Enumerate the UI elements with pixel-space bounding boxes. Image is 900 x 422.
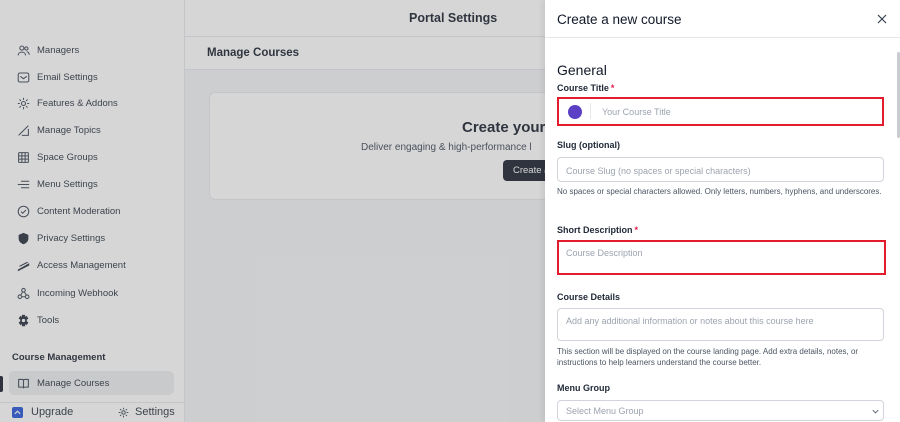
slug-help-text: No spaces or special characters allowed.… [557,187,882,196]
course-title-label: Course Title * [557,83,615,93]
close-icon[interactable] [876,12,888,24]
course-details-input[interactable]: Add any additional information or notes … [557,308,884,341]
menu-group-label: Menu Group [557,383,610,393]
menu-group-placeholder: Select Menu Group [566,406,644,416]
drawer-title: Create a new course [557,12,682,27]
course-details-placeholder: Add any additional information or notes … [566,316,814,326]
chevron-down-icon [871,407,880,416]
menu-group-select[interactable]: Select Menu Group [557,400,884,421]
course-details-label: Course Details [557,292,621,302]
slug-input[interactable]: Course Slug (no spaces or special charac… [557,157,884,182]
highlight-box [557,97,884,126]
short-description-label: Short Description * [557,225,639,235]
section-title: General [557,62,607,78]
slug-placeholder: Course Slug (no spaces or special charac… [566,166,751,176]
highlight-box [557,240,886,275]
course-details-help-text: This section will be displayed on the co… [557,347,859,367]
create-course-drawer: Create a new course General Course Title… [545,0,900,422]
slug-label: Slug (optional) [557,140,620,150]
